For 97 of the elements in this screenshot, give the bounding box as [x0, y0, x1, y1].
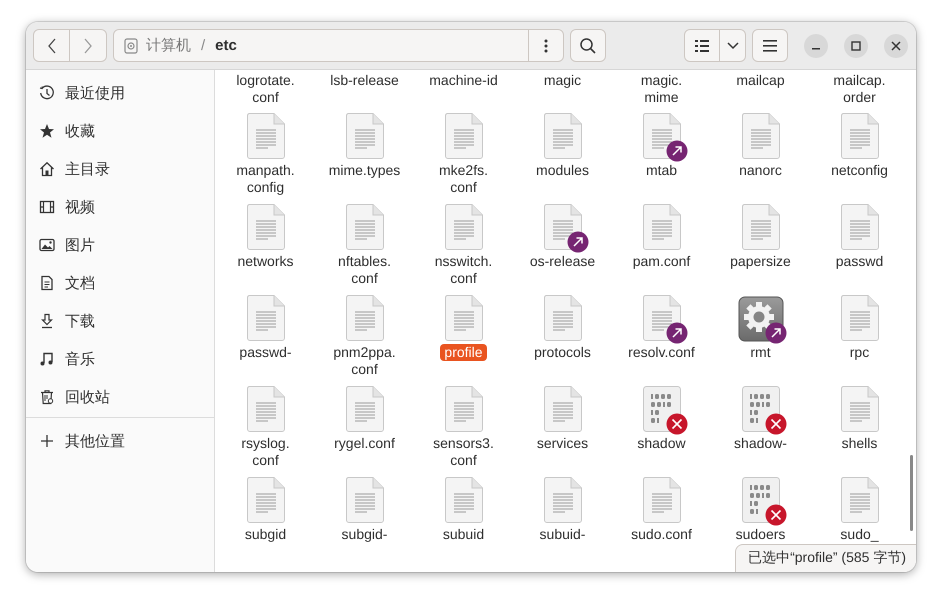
clock-icon	[39, 85, 55, 101]
sidebar-label: 音乐	[65, 350, 95, 368]
file-name[interactable]: protocols	[530, 344, 595, 361]
minimize-icon	[812, 48, 820, 50]
maximize-icon	[851, 40, 861, 50]
file-name[interactable]: mailcap	[732, 72, 789, 89]
image-icon	[39, 237, 55, 253]
file-name[interactable]: shells	[838, 435, 882, 452]
download-icon	[39, 313, 55, 329]
file-name[interactable]: resolv.conf	[624, 344, 699, 361]
file-name[interactable]: lsb-release	[326, 72, 403, 89]
sidebar-item[interactable]: 其他位置	[26, 419, 214, 463]
file-name[interactable]: machine-id	[425, 72, 502, 89]
path-item[interactable]: 计算机	[146, 36, 191, 55]
menu-button[interactable]	[752, 29, 788, 62]
view-button[interactable]	[684, 29, 720, 62]
file-name[interactable]: rygel.conf	[330, 435, 399, 452]
file-name[interactable]: pnm2ppa. conf	[329, 344, 400, 378]
file-name[interactable]: nsswitch. conf	[430, 253, 496, 287]
file-name[interactable]: sensors3. conf	[429, 435, 498, 469]
file-name[interactable]: subgid-	[338, 526, 392, 543]
plus-icon	[39, 433, 55, 449]
minimize-button[interactable]	[804, 34, 828, 58]
home-icon	[39, 161, 55, 177]
file-name[interactable]: sudoers	[732, 526, 790, 543]
sidebar-label: 图片	[65, 236, 95, 254]
file-name[interactable]: papersize	[726, 253, 795, 270]
file-name[interactable]: pam.conf	[628, 253, 694, 270]
sidebar-label: 下载	[65, 312, 95, 330]
file-name[interactable]: sudo.conf	[627, 526, 696, 543]
file-name[interactable]: mailcap. order	[829, 72, 890, 106]
drive-icon	[124, 38, 138, 54]
file-name[interactable]: passwd-	[235, 344, 296, 361]
more-icon	[544, 38, 548, 52]
file-name[interactable]: mime.types	[324, 162, 404, 179]
maximize-button[interactable]	[844, 34, 868, 58]
chevron-down-icon	[726, 42, 738, 50]
file-name[interactable]: services	[532, 435, 592, 452]
file-name[interactable]: rpc	[846, 344, 874, 361]
forward-button[interactable]	[70, 29, 107, 62]
close-button[interactable]	[884, 34, 908, 58]
document-icon	[39, 275, 55, 291]
close-icon	[891, 40, 901, 50]
file-name[interactable]: mke2fs. conf	[434, 162, 492, 196]
file-name[interactable]: subuid-	[536, 526, 590, 543]
sidebar-item[interactable]: 最近使用	[26, 74, 214, 112]
sidebar-label: 最近使用	[65, 84, 125, 102]
sidebar-item[interactable]: 文档	[26, 264, 214, 302]
menu-icon	[763, 40, 777, 52]
file-name[interactable]: os-release	[526, 253, 600, 270]
sidebar-label: 收藏	[65, 122, 95, 140]
back-icon	[46, 38, 56, 54]
file-name[interactable]: manpath. config	[232, 162, 299, 196]
path-item[interactable]: etc	[215, 37, 237, 54]
music-note-icon	[39, 351, 55, 367]
back-button[interactable]	[33, 29, 70, 62]
sidebar-item[interactable]: 收藏	[26, 112, 214, 150]
sidebar-item[interactable]: 图片	[26, 226, 214, 264]
file-name[interactable]: logrotate. conf	[232, 72, 299, 106]
file-name[interactable]: passwd	[832, 253, 888, 270]
sidebar-label: 其他位置	[65, 432, 125, 450]
forward-icon	[83, 38, 93, 54]
file-name[interactable]: rsyslog. conf	[237, 435, 294, 469]
file-name[interactable]: shadow-	[730, 435, 791, 452]
file-name[interactable]: profile	[440, 344, 487, 361]
file-name[interactable]: mtab	[642, 162, 682, 179]
search-icon	[579, 36, 597, 54]
file-name[interactable]: sudo_	[836, 526, 883, 543]
sidebar-item[interactable]: 主目录	[26, 150, 214, 188]
file-name[interactable]: modules	[532, 162, 593, 179]
sidebar-label: 文档	[65, 274, 95, 292]
film-icon	[39, 199, 55, 215]
search-button[interactable]	[570, 29, 606, 62]
file-name[interactable]: subgid	[240, 526, 290, 543]
sidebar-item[interactable]: 下载	[26, 302, 214, 340]
sidebar-label: 回收站	[65, 388, 110, 406]
status-overlay: 已选中“profile” (585 字节)	[735, 544, 916, 572]
sidebar-label: 主目录	[65, 160, 110, 178]
file-name[interactable]: shadow	[633, 435, 690, 452]
file-name[interactable]: netconfig	[827, 162, 892, 179]
file-name[interactable]: magic. mime	[636, 72, 686, 106]
file-name[interactable]: magic	[540, 72, 586, 89]
file-name[interactable]: nanorc	[735, 162, 786, 179]
sidebar-item[interactable]: 视频	[26, 188, 214, 226]
file-name[interactable]: networks	[233, 253, 298, 270]
path-bar[interactable]: 计算机 / etc	[113, 29, 564, 62]
file-name[interactable]: rmt	[746, 344, 775, 361]
scrollbar[interactable]	[910, 455, 913, 531]
sidebar-item[interactable]: 回收站	[26, 378, 214, 416]
path-separator: /	[201, 37, 206, 54]
list-icon	[695, 40, 709, 52]
file-name[interactable]: nftables. conf	[334, 253, 395, 287]
file-name[interactable]: subuid	[438, 526, 488, 543]
sidebar-label: 视频	[65, 198, 95, 216]
star-icon	[39, 123, 55, 139]
trash-icon	[39, 389, 55, 405]
sidebar-item[interactable]: 音乐	[26, 340, 214, 378]
